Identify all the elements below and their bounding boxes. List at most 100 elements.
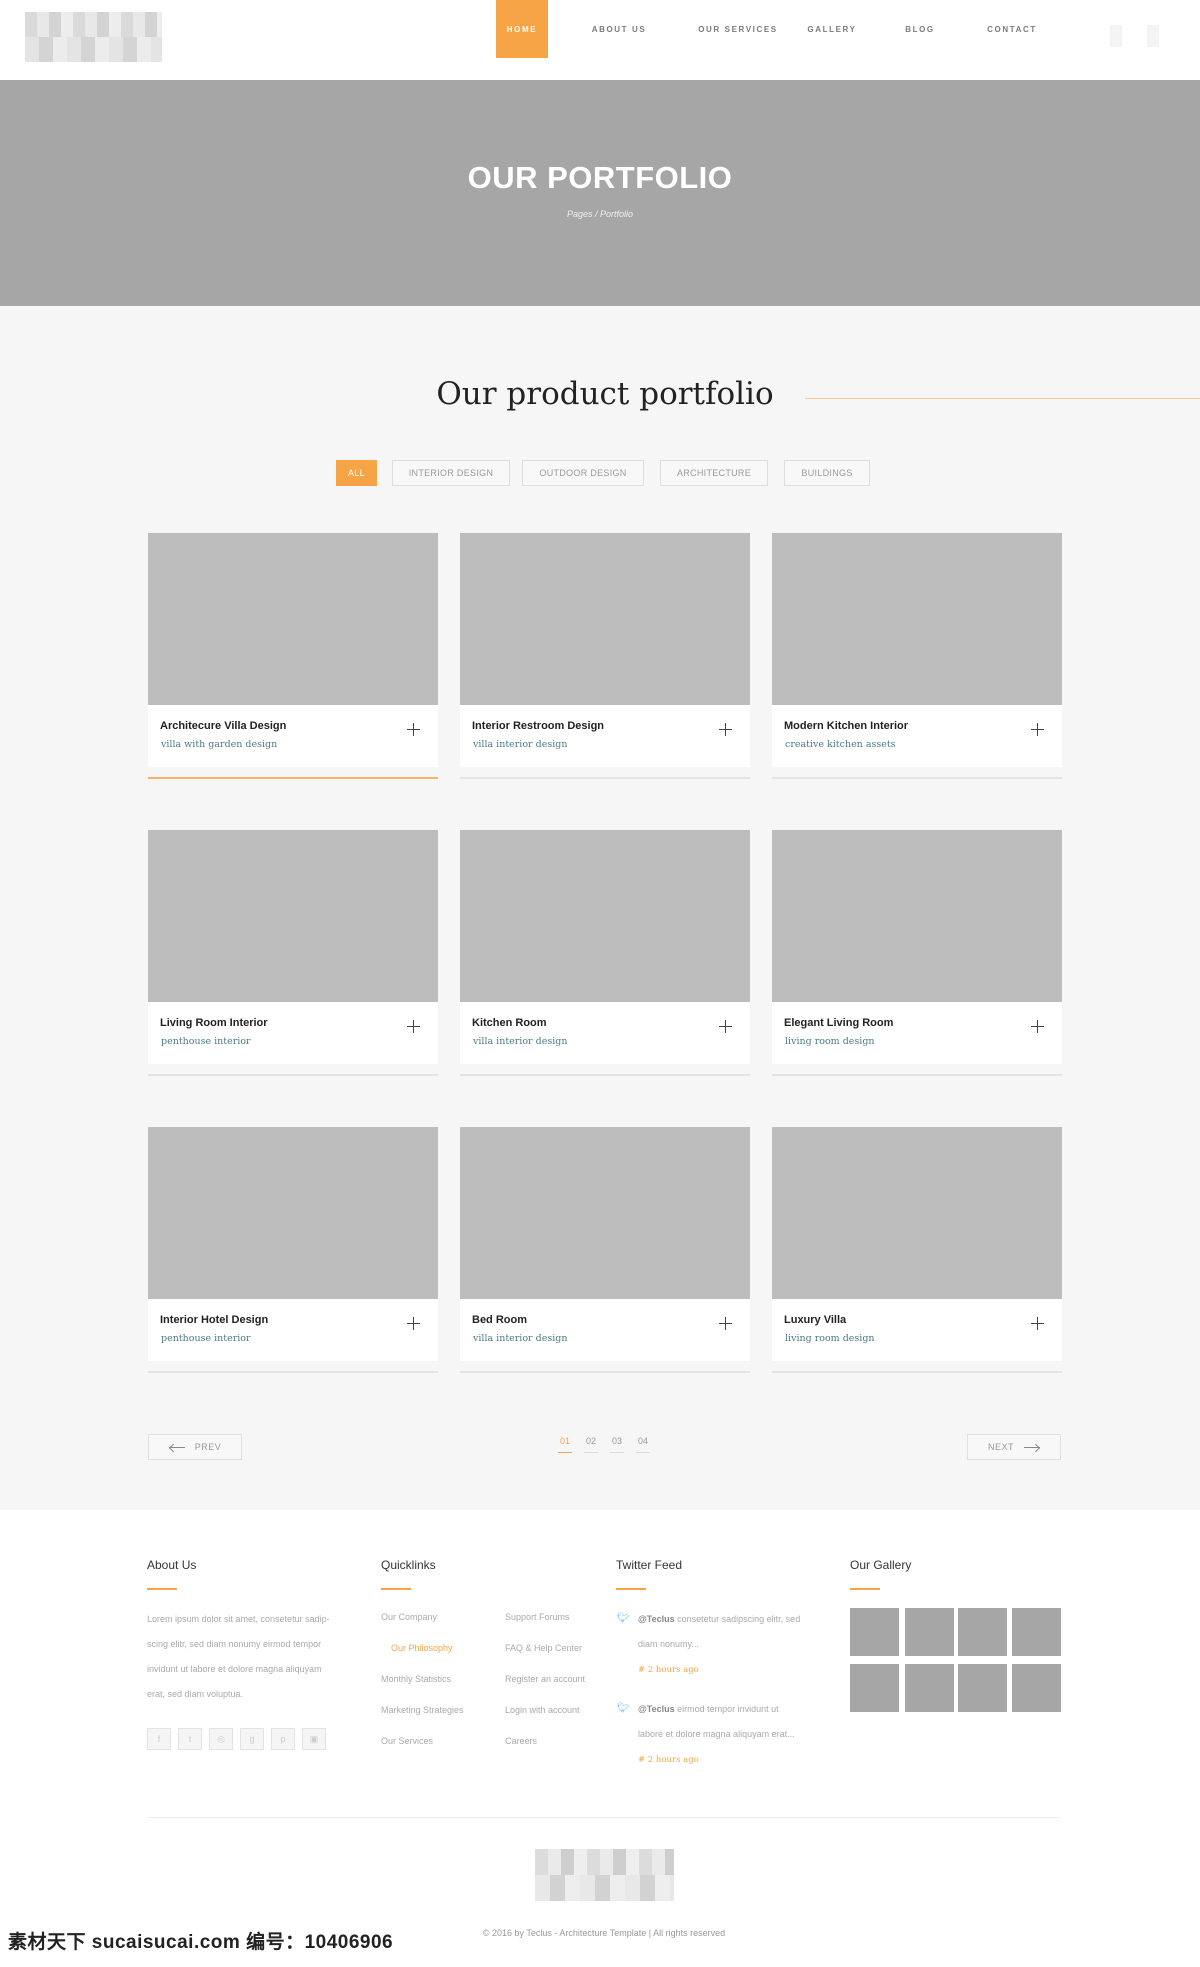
portfolio-filters: ALL INTERIOR DESIGN OUTDOOR DESIGN ARCHI…	[0, 460, 1200, 486]
plus-icon[interactable]	[407, 1317, 420, 1330]
page-link[interactable]: 02	[584, 1436, 598, 1453]
filter-all[interactable]: ALL	[336, 460, 377, 486]
footer-heading-line	[147, 1588, 177, 1590]
portfolio-card[interactable]: Kitchen Room villa interior design	[460, 830, 750, 1076]
prev-label: PREV	[194, 1442, 222, 1452]
page-link[interactable]: 03	[610, 1436, 624, 1453]
portfolio-image[interactable]	[460, 1127, 750, 1299]
card-title[interactable]: Architecure Villa Design	[160, 720, 286, 732]
gallery-thumbnail[interactable]	[850, 1664, 899, 1712]
card-title[interactable]: Interior Restroom Design	[472, 720, 604, 732]
portfolio-image[interactable]	[772, 533, 1062, 705]
footer-link[interactable]: Login with account	[505, 1705, 580, 1715]
google-plus-icon[interactable]: g	[240, 1728, 264, 1750]
gallery-thumbnail[interactable]	[958, 1608, 1007, 1656]
page-title: OUR PORTFOLIO	[467, 160, 733, 195]
gallery-thumbnail[interactable]	[850, 1608, 899, 1656]
next-button[interactable]: NEXT	[967, 1434, 1061, 1460]
menu-item-our-services[interactable]: OUR SERVICES	[690, 0, 786, 58]
footer-link[interactable]: Our Company	[381, 1612, 437, 1622]
instagram-icon[interactable]: ▣	[302, 1728, 326, 1750]
footer-link[interactable]: Our Services	[381, 1736, 433, 1746]
menu-item-blog[interactable]: BLOG	[878, 0, 962, 58]
footer-link[interactable]: Support Forums	[505, 1612, 570, 1622]
cart-icon[interactable]	[1147, 25, 1159, 47]
twitter-icon[interactable]: t	[178, 1728, 202, 1750]
portfolio-image[interactable]	[460, 533, 750, 705]
plus-icon[interactable]	[407, 723, 420, 736]
card-title[interactable]: Kitchen Room	[472, 1017, 547, 1029]
search-icon[interactable]	[1110, 25, 1122, 47]
dribbble-icon[interactable]: ◎	[209, 1728, 233, 1750]
gallery-thumbnail[interactable]	[1012, 1608, 1061, 1656]
portfolio-card[interactable]: Bed Room villa interior design	[460, 1127, 750, 1373]
footer-link[interactable]: Monthly Statistics	[381, 1674, 451, 1684]
plus-icon[interactable]	[1031, 723, 1044, 736]
menu-item-about-us[interactable]: ABOUT US	[548, 0, 690, 58]
portfolio-card[interactable]: Modern Kitchen Interior creative kitchen…	[772, 533, 1062, 779]
site-logo[interactable]	[25, 12, 162, 62]
portfolio-card[interactable]: Interior Restroom Design villa interior …	[460, 533, 750, 779]
filter-buildings[interactable]: BUILDINGS	[784, 460, 870, 486]
pinterest-icon[interactable]: p	[271, 1728, 295, 1750]
portfolio-card[interactable]: Luxury Villa living room design	[772, 1127, 1062, 1373]
plus-icon[interactable]	[407, 1020, 420, 1033]
next-label: NEXT	[987, 1442, 1014, 1452]
footer-heading-line	[381, 1588, 411, 1590]
top-navigation: HOME ABOUT US OUR SERVICES GALLERY BLOG …	[0, 0, 1200, 80]
gallery-thumbnail[interactable]	[1012, 1664, 1061, 1712]
plus-icon[interactable]	[1031, 1020, 1044, 1033]
card-subtitle: creative kitchen assets	[785, 739, 896, 750]
twitter-bird-icon: 🐦︎	[617, 1703, 630, 1714]
gallery-thumbnail[interactable]	[905, 1608, 954, 1656]
filter-architecture[interactable]: ARCHITECTURE	[660, 460, 768, 486]
portfolio-image[interactable]	[148, 1127, 438, 1299]
portfolio-image[interactable]	[460, 830, 750, 1002]
tweet-handle[interactable]: @Teclus	[638, 1614, 675, 1624]
portfolio-card[interactable]: Interior Hotel Design penthouse interior	[148, 1127, 438, 1373]
plus-icon[interactable]	[1031, 1317, 1044, 1330]
card-title[interactable]: Living Room Interior	[160, 1017, 268, 1029]
footer-link[interactable]: Our Philosophy	[391, 1643, 453, 1653]
portfolio-image[interactable]	[772, 830, 1062, 1002]
footer-link[interactable]: FAQ & Help Center	[505, 1643, 582, 1653]
prev-button[interactable]: PREV	[148, 1434, 242, 1460]
portfolio-image[interactable]	[772, 1127, 1062, 1299]
arrow-left-icon	[168, 1446, 185, 1448]
portfolio-image[interactable]	[148, 533, 438, 705]
footer-link[interactable]: Marketing Strategies	[381, 1705, 464, 1715]
breadcrumb[interactable]: Pages / Portfolio	[0, 209, 1200, 219]
page-link[interactable]: 01	[558, 1436, 572, 1453]
tweet-handle[interactable]: @Teclus	[638, 1704, 675, 1714]
footer-logo[interactable]	[535, 1849, 674, 1901]
portfolio-card[interactable]: Architecure Villa Design villa with gard…	[148, 533, 438, 779]
gallery-thumbnail[interactable]	[958, 1664, 1007, 1712]
footer-about-line: Lorem ipsum dolor sit amet, consetetur s…	[147, 1614, 330, 1624]
tweet-text: @Teclus eirmod tempor invidunt ut labore …	[638, 1704, 795, 1739]
menu-item-gallery[interactable]: GALLERY	[786, 0, 878, 58]
plus-icon[interactable]	[719, 723, 732, 736]
filter-interior-design[interactable]: INTERIOR DESIGN	[392, 460, 510, 486]
card-underline	[460, 1371, 750, 1373]
card-title[interactable]: Modern Kitchen Interior	[784, 720, 908, 732]
facebook-icon[interactable]: f	[147, 1728, 171, 1750]
heading-divider	[805, 398, 1200, 399]
site-footer: About Us Lorem ipsum dolor sit amet, con…	[0, 1510, 1200, 1967]
card-title[interactable]: Interior Hotel Design	[160, 1314, 268, 1326]
filter-outdoor-design[interactable]: OUTDOOR DESIGN	[522, 460, 644, 486]
portfolio-card[interactable]: Living Room Interior penthouse interior	[148, 830, 438, 1076]
plus-icon[interactable]	[719, 1317, 732, 1330]
footer-link[interactable]: Careers	[505, 1736, 537, 1746]
page-link[interactable]: 04	[636, 1436, 650, 1453]
plus-icon[interactable]	[719, 1020, 732, 1033]
menu-item-contact[interactable]: CONTACT	[962, 0, 1062, 58]
card-title[interactable]: Bed Room	[472, 1314, 527, 1326]
portfolio-image[interactable]	[148, 830, 438, 1002]
menu-item-home[interactable]: HOME	[496, 0, 548, 58]
card-title[interactable]: Elegant Living Room	[784, 1017, 893, 1029]
card-underline	[772, 1371, 1062, 1373]
card-title[interactable]: Luxury Villa	[784, 1314, 846, 1326]
gallery-thumbnail[interactable]	[905, 1664, 954, 1712]
footer-link[interactable]: Register an account	[505, 1674, 585, 1684]
portfolio-card[interactable]: Elegant Living Room living room design	[772, 830, 1062, 1076]
